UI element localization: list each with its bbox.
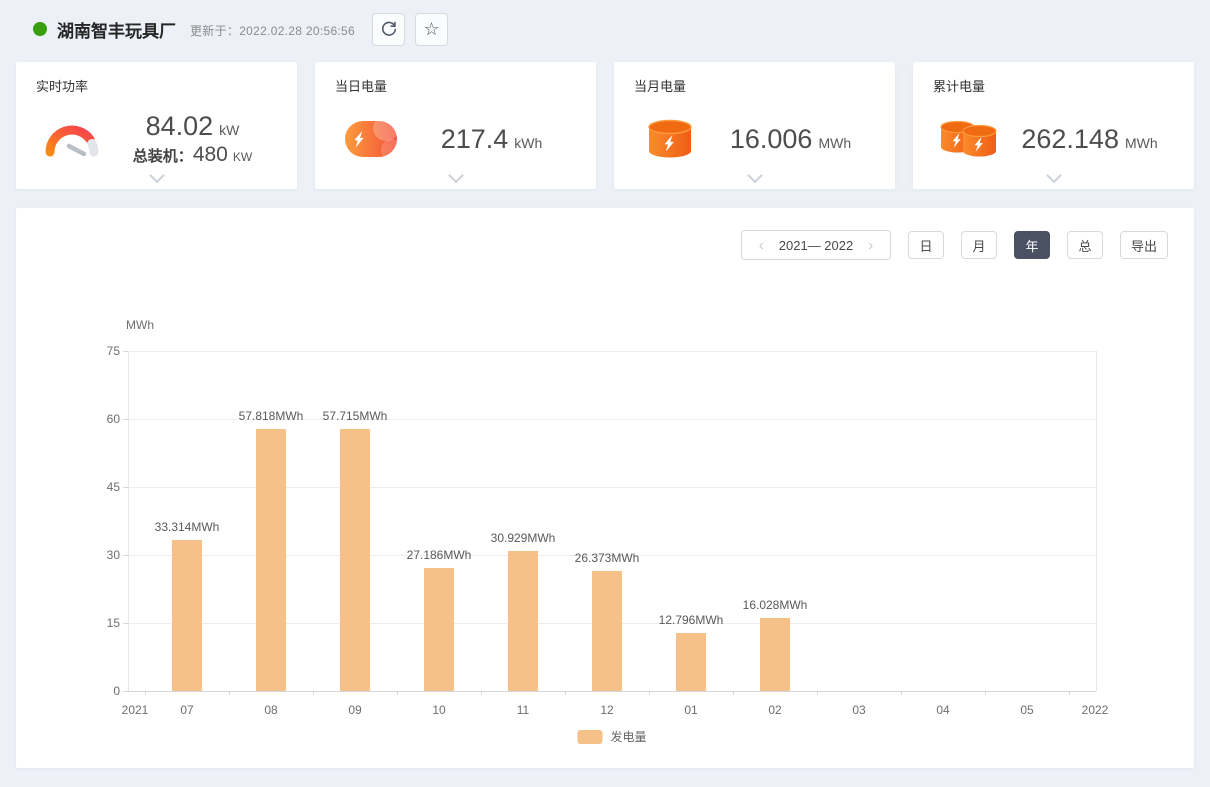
chart-bar-10[interactable] xyxy=(424,568,454,691)
monthly-energy-unit: MWh xyxy=(818,135,851,151)
x-axis-tick xyxy=(397,691,398,695)
tab-day-button[interactable]: 日 xyxy=(908,231,944,259)
online-status-dot xyxy=(33,22,47,36)
chart-bar-08[interactable] xyxy=(256,429,286,691)
y-axis-line xyxy=(128,351,129,691)
date-range-label: 2021— 2022 xyxy=(779,238,853,253)
bar-value-label: 33.314MWh xyxy=(155,520,220,534)
bar-value-label: 27.186MWh xyxy=(407,548,472,562)
y-axis-tick-label: 60 xyxy=(78,412,120,426)
x-axis-tick xyxy=(649,691,650,695)
x-axis-label: 11 xyxy=(517,703,529,717)
x-axis-label: 10 xyxy=(432,703,445,717)
energy-cylinder-icon xyxy=(634,118,706,160)
x-axis-tick xyxy=(145,691,146,695)
realtime-power-value: 84.02 xyxy=(146,111,214,142)
chart-bar-02[interactable] xyxy=(760,618,790,691)
card-monthly-energy: 当月电量 xyxy=(614,62,895,189)
updated-timestamp: 更新于：2022.02.28 20:56:56 xyxy=(190,22,355,39)
card-total-energy: 累计电量 xyxy=(913,62,1194,189)
x-axis-label: 08 xyxy=(264,703,277,717)
chart-bar-07[interactable] xyxy=(172,540,202,691)
refresh-icon xyxy=(380,20,398,38)
x-axis-tick xyxy=(985,691,986,695)
header: 湖南智丰玩具厂 更新于：2022.02.28 20:56:56 ☆ xyxy=(0,0,1210,58)
x-axis-tick xyxy=(733,691,734,695)
x-axis-label: 02 xyxy=(768,703,781,717)
gauge-icon xyxy=(36,119,108,159)
bar-value-label: 16.028MWh xyxy=(743,598,808,612)
chart-toolbar: ‹ 2021— 2022 › 日 月 年 总 导出 xyxy=(741,230,1168,260)
x-axis-tick xyxy=(313,691,314,695)
card-realtime-power: 实时功率 84.0 xyxy=(16,62,297,189)
x-axis-label: 01 xyxy=(684,703,697,717)
dashboard-page: 湖南智丰玩具厂 更新于：2022.02.28 20:56:56 ☆ 实时功率 xyxy=(0,0,1210,787)
y-axis-tick-label: 15 xyxy=(78,616,120,630)
x-axis-label: 03 xyxy=(852,703,865,717)
card-title: 当日电量 xyxy=(335,76,576,95)
card-daily-energy: 当日电量 xyxy=(315,62,596,189)
x-axis-tick xyxy=(481,691,482,695)
total-energy-unit: MWh xyxy=(1125,135,1158,151)
chart-bar-12[interactable] xyxy=(592,571,622,691)
legend-label: 发电量 xyxy=(610,728,646,745)
x-axis-tick xyxy=(229,691,230,695)
x-axis-label: 04 xyxy=(936,703,949,717)
x-axis-tick xyxy=(817,691,818,695)
bar-value-label: 12.796MWh xyxy=(659,613,724,627)
refresh-button[interactable] xyxy=(372,13,405,46)
realtime-power-unit: kW xyxy=(219,122,239,138)
tab-total-button[interactable]: 总 xyxy=(1067,231,1103,259)
plant-title: 湖南智丰玩具厂 xyxy=(57,17,176,42)
next-range-icon[interactable]: › xyxy=(868,238,873,253)
bar-value-label: 57.818MWh xyxy=(239,409,304,423)
y-axis-tick-label: 30 xyxy=(78,548,120,562)
installed-capacity: 总装机： 480 KW xyxy=(133,143,252,167)
plot-right-border xyxy=(1096,351,1097,691)
bar-value-label: 30.929MWh xyxy=(491,531,556,545)
x-axis-label: 12 xyxy=(600,703,613,717)
x-axis-tick xyxy=(1069,691,1070,695)
daily-energy-value: 217.4 xyxy=(441,124,509,155)
y-axis-tick xyxy=(123,691,128,692)
y-gridline xyxy=(128,691,1096,692)
lightning-pill-icon xyxy=(335,120,407,158)
y-axis-tick-label: 75 xyxy=(78,344,120,358)
prev-range-icon[interactable]: ‹ xyxy=(759,238,764,253)
star-icon: ☆ xyxy=(423,20,439,38)
x-axis-label: 05 xyxy=(1020,703,1033,717)
x-axis-tick xyxy=(565,691,566,695)
chart-bar-11[interactable] xyxy=(508,551,538,691)
x-axis-label: 2021 xyxy=(122,703,149,717)
bar-value-label: 57.715MWh xyxy=(323,409,388,423)
y-axis-tick-label: 45 xyxy=(78,480,120,494)
y-gridline xyxy=(128,351,1096,352)
stat-cards-row: 实时功率 84.0 xyxy=(16,62,1194,189)
energy-cylinder-double-icon xyxy=(933,118,1005,160)
card-title: 累计电量 xyxy=(933,76,1174,95)
y-axis-tick-label: 0 xyxy=(78,684,120,698)
bar-value-label: 26.373MWh xyxy=(575,551,640,565)
legend-swatch xyxy=(577,730,602,744)
chart-legend-item[interactable]: 发电量 xyxy=(577,728,646,745)
x-axis-tick xyxy=(901,691,902,695)
x-axis-label: 09 xyxy=(348,703,361,717)
tab-year-button[interactable]: 年 xyxy=(1014,231,1050,259)
export-button[interactable]: 导出 xyxy=(1120,231,1168,259)
card-title: 当月电量 xyxy=(634,76,875,95)
daily-energy-unit: kWh xyxy=(514,135,542,151)
date-range-picker[interactable]: ‹ 2021— 2022 › xyxy=(741,230,891,260)
generation-chart-card: ‹ 2021— 2022 › 日 月 年 总 导出 MWh 0 15 30 45 60 75… xyxy=(16,208,1194,768)
y-axis-unit-label: MWh xyxy=(126,318,154,332)
x-axis-label: 2022 xyxy=(1082,703,1109,717)
chart-bar-01[interactable] xyxy=(676,633,706,691)
card-title: 实时功率 xyxy=(36,76,277,95)
total-energy-value: 262.148 xyxy=(1021,124,1119,155)
chart-bar-09[interactable] xyxy=(340,429,370,691)
bar-chart: MWh 0 15 30 45 60 75 2021 07 33.314MWh 08 57.818MWh… xyxy=(16,208,1194,768)
monthly-energy-value: 16.006 xyxy=(730,124,813,155)
favorite-button[interactable]: ☆ xyxy=(415,13,448,46)
tab-month-button[interactable]: 月 xyxy=(961,231,997,259)
x-axis-label: 07 xyxy=(180,703,193,717)
